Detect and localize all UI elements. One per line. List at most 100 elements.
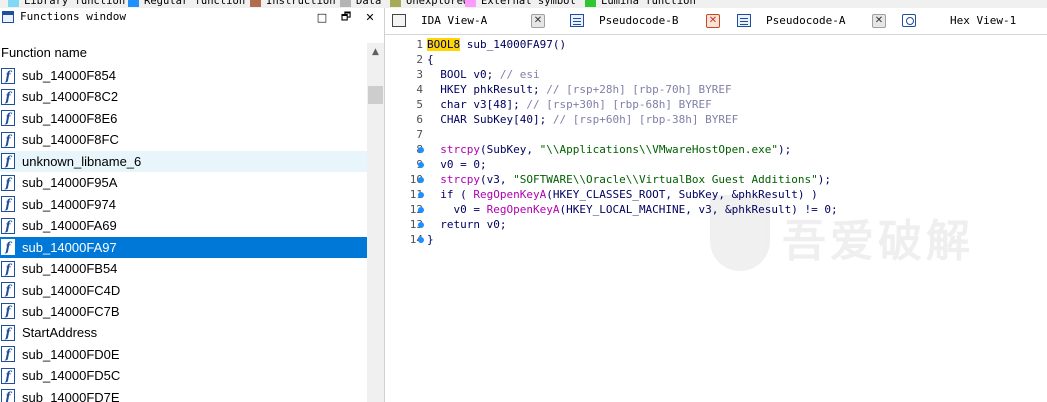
code-text: { [427, 53, 434, 66]
tab-label: Pseudocode-B [599, 14, 679, 27]
legend-label: Library function [24, 0, 126, 7]
function-icon: f [1, 324, 15, 341]
tab-close-icon[interactable]: ✕ [706, 14, 720, 28]
code-text: strcpy(v3, "SOFTWARE\\Oracle\\VirtualBox… [440, 173, 832, 186]
code-line[interactable]: 8 strcpy(SubKey, "\\Applications\\VMware… [385, 142, 1047, 157]
breakpoint-dot-icon[interactable] [418, 222, 424, 228]
function-row[interactable]: f sub_14000F854 [0, 65, 367, 86]
function-row[interactable]: f sub_14000FD0E [0, 344, 367, 365]
tab-close-icon[interactable]: ✕ [872, 14, 886, 28]
legend-item: Instruction [250, 0, 336, 8]
function-icon: f [1, 217, 15, 234]
legend-item: Data [340, 0, 381, 8]
function-row[interactable]: f unknown_libname_6 [0, 150, 367, 172]
ida-view-icon [392, 14, 406, 27]
legend-swatch [340, 0, 351, 7]
legend-item: Library function [8, 0, 125, 8]
function-row[interactable]: f sub_14000F8FC [0, 129, 367, 150]
functions-window-title: Functions window [20, 10, 126, 23]
pseudocode-view[interactable]: 吾爱破解 1 BOOL8 sub_14000FA97() 2{3 BOOL v0; … [385, 35, 1047, 402]
code-text: v0 = RegOpenKeyA(HKEY_LOCAL_MACHINE, v3,… [427, 203, 838, 216]
legend-label: Unexplored [406, 0, 470, 7]
tab-pseudocode-a[interactable]: Pseudocode-A ✕ [730, 8, 894, 34]
code-text: strcpy(SubKey, "\\Applications\\VMwareHo… [440, 143, 792, 156]
functions-scrollbar[interactable]: ▲ [367, 43, 384, 402]
function-name: sub_14000FD0E [22, 346, 120, 362]
function-row[interactable]: f sub_14000F8E6 [0, 108, 367, 129]
legend-swatch [390, 0, 401, 7]
legend-item: External symbol [465, 0, 576, 8]
breakpoint-dot-icon[interactable] [418, 162, 424, 168]
close-window-button[interactable]: ✕ [362, 10, 378, 25]
legend-swatch [128, 0, 139, 7]
function-row[interactable]: f sub_14000FC7B [0, 301, 367, 322]
breakpoint-dot-icon[interactable] [418, 237, 424, 243]
function-name: sub_14000FD7E [22, 389, 120, 402]
code-line[interactable]: 6 CHAR SubKey[40]; // [rsp+60h] [rbp-38h… [385, 112, 1047, 127]
restore-button[interactable]: □ [314, 10, 330, 25]
function-icon: f [1, 239, 15, 256]
tab-ida-view-a[interactable]: IDA View-A ✕ [385, 8, 553, 34]
code-text: return v0; [427, 218, 507, 231]
function-row[interactable]: f sub_14000FC4D [0, 280, 367, 301]
function-row[interactable]: f sub_14000F8C2 [0, 86, 367, 107]
function-row[interactable]: f sub_14000FA69 [0, 215, 367, 236]
code-line[interactable]: 1 BOOL8 sub_14000FA97() [385, 37, 1047, 52]
function-name: sub_14000F8FC [22, 132, 119, 148]
breakpoint-dot-icon[interactable] [418, 147, 424, 153]
function-row[interactable]: f sub_14000FA97 [0, 236, 367, 258]
tab-hex-view-1[interactable]: Hex View-1 [895, 8, 1047, 34]
pseudocode-icon [737, 14, 751, 27]
code-line[interactable]: 12 v0 = RegOpenKeyA(HKEY_LOCAL_MACHINE, … [385, 202, 1047, 217]
code-text: BOOL8 sub_14000FA97() [427, 38, 567, 51]
tab-label: Pseudocode-A [766, 14, 846, 27]
code-line[interactable]: 7 [385, 127, 1047, 142]
function-name: sub_14000F974 [22, 196, 116, 212]
code-line[interactable]: 3 BOOL v0; // esi [385, 67, 1047, 82]
function-row[interactable]: f sub_14000FD5C [0, 365, 367, 386]
legend-label: Instruction [266, 0, 336, 7]
breakpoint-dot-icon[interactable] [418, 192, 424, 198]
breakpoint-dot-icon[interactable] [418, 177, 424, 183]
function-icon: f [1, 303, 15, 320]
function-name: sub_14000F95A [22, 175, 118, 191]
function-name: sub_14000F8C2 [22, 89, 119, 105]
tab-close-icon[interactable]: ✕ [531, 14, 545, 28]
function-row[interactable]: f sub_14000F974 [0, 194, 367, 215]
tab-pseudocode-b[interactable]: Pseudocode-B ✕ [563, 8, 728, 34]
code-line[interactable]: 4 HKEY phkResult; // [rsp+28h] [rbp-70h]… [385, 82, 1047, 97]
function-row[interactable]: f StartAddress [0, 322, 367, 343]
function-name-column-header[interactable]: Function name [0, 43, 367, 63]
tab-label: Hex View-1 [950, 14, 1017, 27]
function-row[interactable]: f sub_14000FD7E [0, 387, 367, 402]
line-number: 6 [416, 113, 423, 126]
function-name: sub_14000FB54 [22, 261, 118, 277]
code-line[interactable]: 13 return v0; [385, 217, 1047, 232]
legend-swatch [585, 0, 596, 7]
code-line[interactable]: 9 v0 = 0; [385, 157, 1047, 172]
legend-item: Regular function [128, 0, 245, 8]
code-line[interactable]: 10 strcpy(v3, "SOFTWARE\\Oracle\\Virtual… [385, 172, 1047, 187]
function-icon: f [1, 88, 15, 105]
function-row[interactable]: f sub_14000FB54 [0, 258, 367, 279]
scrollbar-thumb[interactable] [368, 86, 383, 104]
column-header-label: Function name [1, 45, 87, 60]
breakpoint-dot-icon[interactable] [418, 207, 424, 213]
function-name: StartAddress [22, 325, 98, 341]
function-icon: f [1, 282, 15, 298]
code-line[interactable]: 2{ [385, 52, 1047, 67]
code-line[interactable]: 5 char v3[48]; // [rsp+30h] [rbp-68h] BY… [385, 97, 1047, 112]
code-text: HKEY phkResult; // [rsp+28h] [rbp-70h] B… [427, 83, 732, 96]
function-icon: f [1, 153, 15, 170]
legend-swatch [465, 0, 476, 7]
function-row[interactable]: f sub_14000F95A [0, 172, 367, 193]
function-icon: f [1, 196, 15, 213]
scroll-up-arrow-icon[interactable]: ▲ [367, 43, 384, 60]
functions-window-icon [2, 11, 14, 23]
code-line[interactable]: 14} [385, 232, 1047, 247]
legend-swatch [250, 0, 261, 7]
line-number: 5 [416, 98, 423, 111]
line-number: 3 [416, 68, 423, 81]
code-line[interactable]: 11 if ( RegOpenKeyA(HKEY_CLASSES_ROOT, S… [385, 187, 1047, 202]
float-window-button[interactable]: 🗗 [338, 10, 354, 25]
